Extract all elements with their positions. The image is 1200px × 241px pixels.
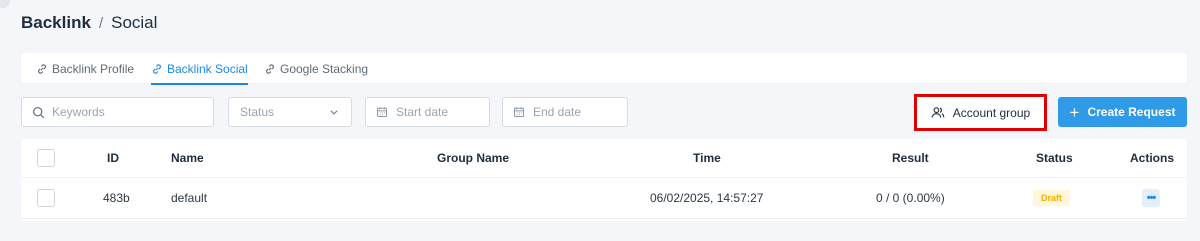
corner-indicator bbox=[0, 0, 10, 8]
tab-bar: Backlink Profile Backlink Social Google … bbox=[21, 53, 1187, 85]
column-header-name[interactable]: Name bbox=[171, 139, 204, 177]
users-icon bbox=[931, 107, 945, 118]
row-result: 0 / 0 (0.00%) bbox=[876, 191, 945, 205]
row-time: 06/02/2025, 14:57:27 bbox=[650, 191, 764, 205]
table-header: ID Name Group Name Time Result Status Ac… bbox=[21, 139, 1187, 178]
account-group-button[interactable]: Account group bbox=[914, 94, 1047, 131]
row-select-cell bbox=[37, 178, 55, 218]
breadcrumb-separator: / bbox=[98, 14, 104, 32]
page-title: Backlink / Social bbox=[21, 13, 157, 33]
start-date-input[interactable]: Start date bbox=[365, 97, 490, 127]
row-status-cell: Draft bbox=[1033, 178, 1071, 218]
row-checkbox[interactable] bbox=[37, 189, 55, 207]
row-actions-cell: ••• bbox=[1142, 178, 1160, 218]
search-icon bbox=[32, 106, 45, 118]
tab-backlink-social[interactable]: Backlink Social bbox=[151, 61, 248, 85]
page: Backlink / Social Backlink Profile Backl… bbox=[0, 0, 1200, 241]
plus-icon: + bbox=[1069, 102, 1080, 122]
tab-backlink-profile[interactable]: Backlink Profile bbox=[36, 61, 134, 77]
row-id: 483b bbox=[103, 191, 130, 205]
column-header-result[interactable]: Result bbox=[892, 139, 929, 177]
account-group-label: Account group bbox=[952, 105, 1031, 120]
column-header-actions: Actions bbox=[1130, 151, 1175, 165]
tab-label: Backlink Profile bbox=[52, 62, 135, 76]
create-request-button[interactable]: + Create Request bbox=[1058, 97, 1187, 127]
link-icon bbox=[38, 64, 46, 74]
status-select[interactable]: Status bbox=[228, 97, 352, 127]
tab-google-stacking[interactable]: Google Stacking bbox=[264, 61, 368, 77]
more-icon: ••• bbox=[1146, 192, 1157, 204]
search-input[interactable]: Keywords bbox=[21, 97, 214, 127]
requests-table: ID Name Group Name Time Result Status Ac… bbox=[21, 139, 1187, 221]
more-actions-button[interactable]: ••• bbox=[1142, 189, 1160, 207]
end-date-input[interactable]: End date bbox=[502, 97, 628, 127]
breadcrumb-root: Backlink bbox=[21, 13, 91, 32]
column-header-id[interactable]: ID bbox=[107, 139, 119, 177]
chevron-down-icon bbox=[330, 110, 338, 115]
column-header-status[interactable]: Status bbox=[1036, 139, 1073, 177]
row-name: default bbox=[171, 191, 208, 205]
end-date-placeholder: End date bbox=[533, 105, 582, 119]
link-icon bbox=[153, 64, 161, 74]
calendar-icon bbox=[376, 107, 388, 118]
table-row[interactable]: 483b default 06/02/2025, 14:57:27 0 / 0 … bbox=[21, 178, 1187, 219]
tab-label: Google Stacking bbox=[280, 62, 369, 76]
create-request-label: Create Request bbox=[1087, 105, 1176, 119]
breadcrumb-current: Social bbox=[111, 13, 158, 32]
status-placeholder: Status bbox=[240, 105, 275, 119]
select-all-cell bbox=[37, 139, 55, 177]
column-header-time[interactable]: Time bbox=[693, 139, 721, 177]
select-all-checkbox[interactable] bbox=[37, 149, 55, 167]
calendar-icon bbox=[513, 107, 525, 118]
search-placeholder: Keywords bbox=[52, 105, 105, 119]
link-icon bbox=[266, 64, 274, 74]
tab-label: Backlink Social bbox=[167, 62, 248, 76]
start-date-placeholder: Start date bbox=[396, 105, 449, 119]
column-header-group-name[interactable]: Group Name bbox=[437, 139, 509, 177]
status-badge: Draft bbox=[1033, 190, 1071, 206]
